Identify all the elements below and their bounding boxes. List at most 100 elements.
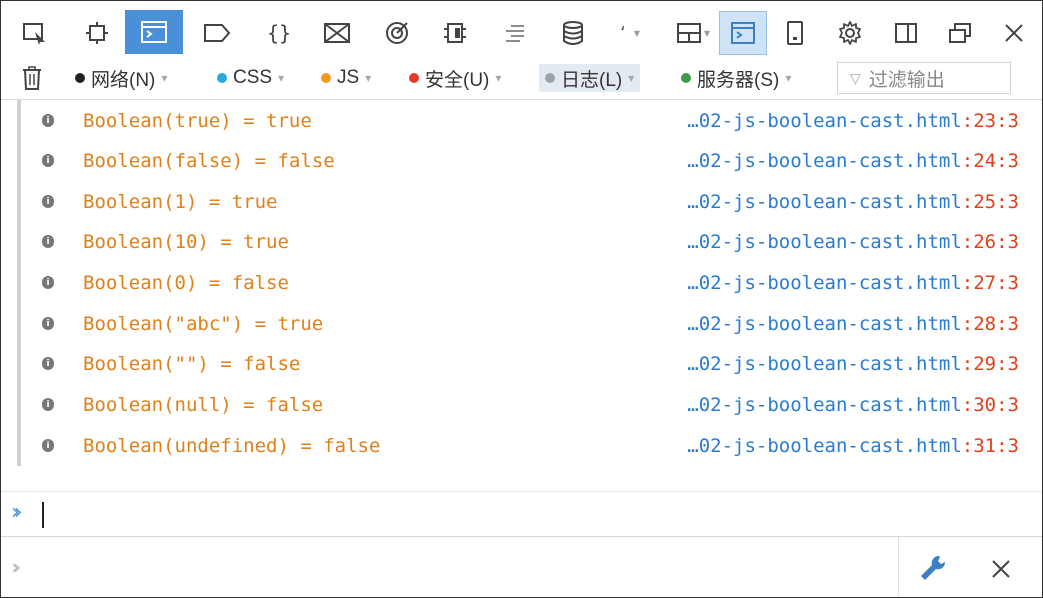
log-source-link[interactable]: …02-js-boolean-cast.html:24:3 [687, 150, 1019, 172]
log-source-line: :26:3 [961, 231, 1019, 253]
log-source-file: …02-js-boolean-cast.html [687, 353, 962, 375]
log-source-link[interactable]: …02-js-boolean-cast.html:29:3 [687, 353, 1019, 375]
log-row: i Boolean(1) = true …02-js-boolean-cast.… [21, 182, 1027, 222]
log-message: Boolean(false) = false [83, 150, 335, 172]
log-row: i Boolean("") = false …02-js-boolean-cas… [21, 344, 1027, 384]
log-message: Boolean(true) = true [83, 110, 312, 132]
split-layout-icon[interactable]: ▾ [665, 11, 721, 55]
filter-server-label: 服务器(S) [697, 69, 780, 91]
chevron-down-icon: ▾ [495, 71, 502, 85]
debugger-icon[interactable] [189, 11, 245, 55]
log-source-file: …02-js-boolean-cast.html [687, 394, 962, 416]
log-source-file: …02-js-boolean-cast.html [687, 272, 962, 294]
filter-logging[interactable]: 日志(L) ▾ [539, 64, 641, 92]
storage-list-icon[interactable] [487, 11, 543, 55]
split-console-icon[interactable] [719, 11, 767, 55]
log-message: Boolean(1) = true [83, 191, 278, 213]
log-source-link[interactable]: …02-js-boolean-cast.html:27:3 [687, 272, 1019, 294]
log-source-line: :25:3 [961, 191, 1019, 213]
security-dot-icon [409, 73, 419, 83]
filter-security[interactable]: 安全(U) ▾ [409, 64, 501, 92]
log-source-link[interactable]: …02-js-boolean-cast.html:25:3 [687, 191, 1019, 213]
log-message: Boolean(null) = false [83, 394, 324, 416]
info-icon: i [42, 114, 54, 127]
log-source-file: …02-js-boolean-cast.html [687, 150, 962, 172]
chevron-down-icon: ▾ [278, 71, 285, 85]
settings-gear-icon[interactable] [823, 11, 877, 55]
log-source-file: …02-js-boolean-cast.html [687, 313, 962, 335]
console-output: i Boolean(true) = true …02-js-boolean-ca… [17, 100, 1031, 466]
responsive-icon[interactable] [69, 11, 125, 55]
log-source-line: :31:3 [961, 435, 1019, 457]
log-source-line: :29:3 [961, 353, 1019, 375]
close-icon[interactable] [987, 11, 1041, 55]
filter-network-label: 网络(N) [91, 69, 156, 91]
log-source-line: :30:3 [961, 394, 1019, 416]
network-icon[interactable] [369, 11, 425, 55]
info-icon: i [42, 276, 54, 289]
log-source-line: :24:3 [961, 150, 1019, 172]
console-filter-bar: 网络(N) ▾ CSS ▾ JS ▾ 安全(U) ▾ 日志(L) ▾ 服务器(S… [1, 57, 1042, 100]
storage-icon[interactable] [545, 11, 601, 55]
filter-network[interactable]: 网络(N) ▾ [75, 64, 167, 92]
chevron-down-icon: ▾ [633, 26, 640, 40]
filter-server[interactable]: 服务器(S) ▾ [681, 64, 791, 92]
log-source-link[interactable]: …02-js-boolean-cast.html:30:3 [687, 394, 1019, 416]
log-source-file: …02-js-boolean-cast.html [687, 191, 962, 213]
console-icon[interactable] [125, 10, 183, 54]
more-tools-dropdown[interactable]: ‘▾ [605, 11, 655, 55]
chevron-double-right-icon: ›› [11, 500, 22, 525]
performance-icon[interactable] [309, 11, 365, 55]
log-source-link[interactable]: …02-js-boolean-cast.html:26:3 [687, 231, 1019, 253]
devtools-window: {} ‘▾ ▾ 网络(N) ▾ CSS ▾ JS ▾ 安全(U) ▾ 日志(L)… [0, 0, 1043, 598]
info-icon: i [42, 235, 54, 248]
log-source-file: …02-js-boolean-cast.html [687, 435, 962, 457]
log-source-file: …02-js-boolean-cast.html [687, 110, 962, 132]
log-message: Boolean(undefined) = false [83, 435, 381, 457]
log-row: i Boolean(0) = false …02-js-boolean-cast… [21, 263, 1027, 303]
info-icon: i [42, 439, 54, 452]
console-input[interactable]: ›› [1, 492, 1042, 536]
log-source-link[interactable]: …02-js-boolean-cast.html:31:3 [687, 435, 1019, 457]
info-icon: i [42, 398, 54, 411]
trash-icon[interactable] [21, 64, 43, 92]
filter-output-input[interactable]: ▽ 过滤输出 [837, 62, 1011, 94]
chevron-down-icon: ▾ [628, 71, 635, 85]
info-icon: i [42, 317, 54, 330]
filter-js[interactable]: JS ▾ [321, 64, 371, 92]
log-message: Boolean("abc") = true [83, 313, 324, 335]
log-row: i Boolean(null) = false …02-js-boolean-c… [21, 385, 1027, 425]
chevron-down-icon: ▾ [365, 71, 372, 85]
chevron-down-icon: ▾ [703, 26, 711, 40]
log-row: i Boolean(false) = false …02-js-boolean-… [21, 141, 1027, 181]
chevron-down-icon: ▾ [785, 71, 792, 85]
log-source-file: …02-js-boolean-cast.html [687, 231, 962, 253]
filter-css[interactable]: CSS ▾ [217, 64, 284, 92]
dock-side-icon[interactable] [879, 11, 933, 55]
log-source-link[interactable]: …02-js-boolean-cast.html:23:3 [687, 110, 1019, 132]
network-dot-icon [75, 73, 85, 83]
info-icon: i [42, 195, 54, 208]
server-dot-icon [681, 73, 691, 83]
logging-dot-icon [545, 73, 555, 83]
log-row: i Boolean(10) = true …02-js-boolean-cast… [21, 222, 1027, 262]
wrench-icon[interactable] [915, 551, 951, 587]
filter-css-label: CSS [233, 67, 273, 88]
close-icon[interactable] [985, 553, 1017, 585]
info-icon: i [42, 154, 54, 167]
filter-output-placeholder: 过滤输出 [868, 69, 945, 91]
memory-icon[interactable] [427, 11, 483, 55]
chevron-down-icon: ▾ [161, 71, 168, 85]
log-source-line: :27:3 [961, 272, 1019, 294]
style-editor-icon[interactable]: {} [251, 11, 307, 55]
js-dot-icon [321, 73, 331, 83]
element-picker-icon[interactable] [7, 11, 63, 55]
log-source-line: :23:3 [961, 110, 1019, 132]
undock-window-icon[interactable] [933, 11, 987, 55]
responsive-mode-icon[interactable] [769, 11, 821, 55]
log-source-line: :28:3 [961, 313, 1019, 335]
log-row: i Boolean(true) = true …02-js-boolean-ca… [21, 101, 1027, 141]
filter-logging-label: 日志(L) [561, 69, 623, 91]
filter-js-label: JS [337, 67, 360, 88]
log-source-link[interactable]: …02-js-boolean-cast.html:28:3 [687, 313, 1019, 335]
